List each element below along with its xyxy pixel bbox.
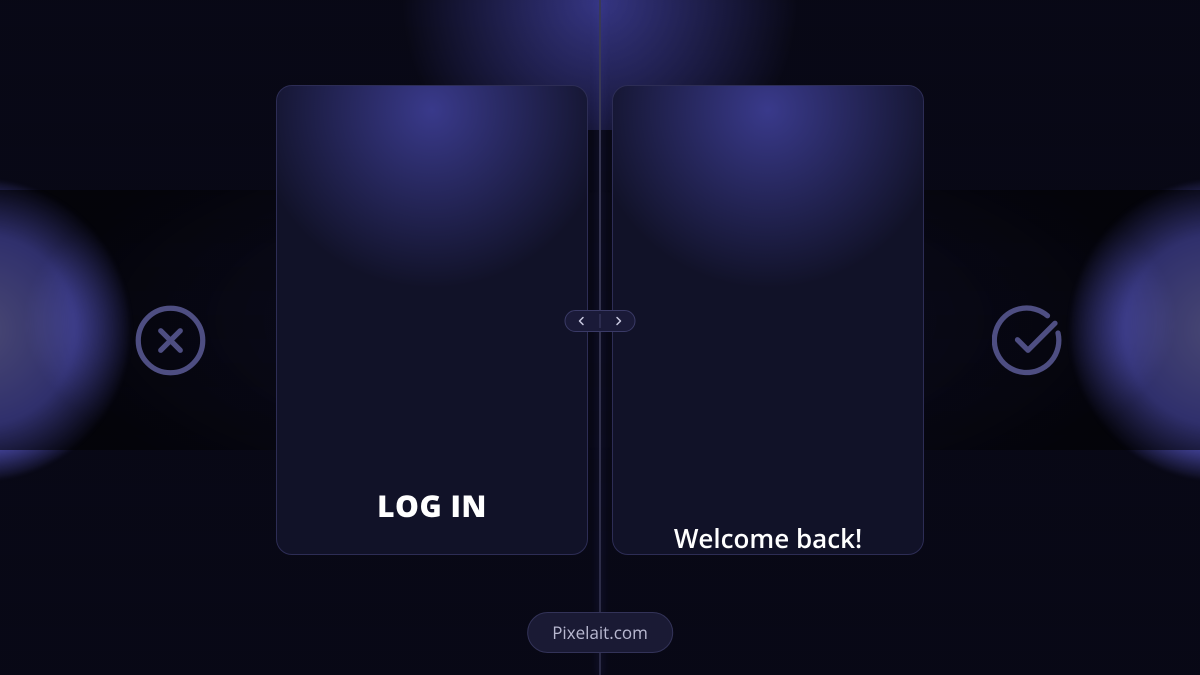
login-card-bad: LOG IN LOG IN SIGN UP FORGOT PASSWORD <box>276 85 588 555</box>
login-card-good: Welcome back! forgot password Log in Don… <box>612 85 924 555</box>
nav-separator <box>600 314 601 328</box>
chevron-right-icon[interactable] <box>613 315 625 327</box>
card-title: Welcome back! <box>635 520 901 555</box>
cross-circle-icon <box>133 303 208 378</box>
card-title: LOG IN <box>299 485 565 526</box>
comparison-nav <box>565 310 636 332</box>
footer-brand[interactable]: Pixelait.com <box>527 612 673 653</box>
chevron-left-icon[interactable] <box>576 315 588 327</box>
card-glow <box>276 85 588 290</box>
card-glow <box>612 85 924 290</box>
check-circle-icon <box>992 303 1067 378</box>
